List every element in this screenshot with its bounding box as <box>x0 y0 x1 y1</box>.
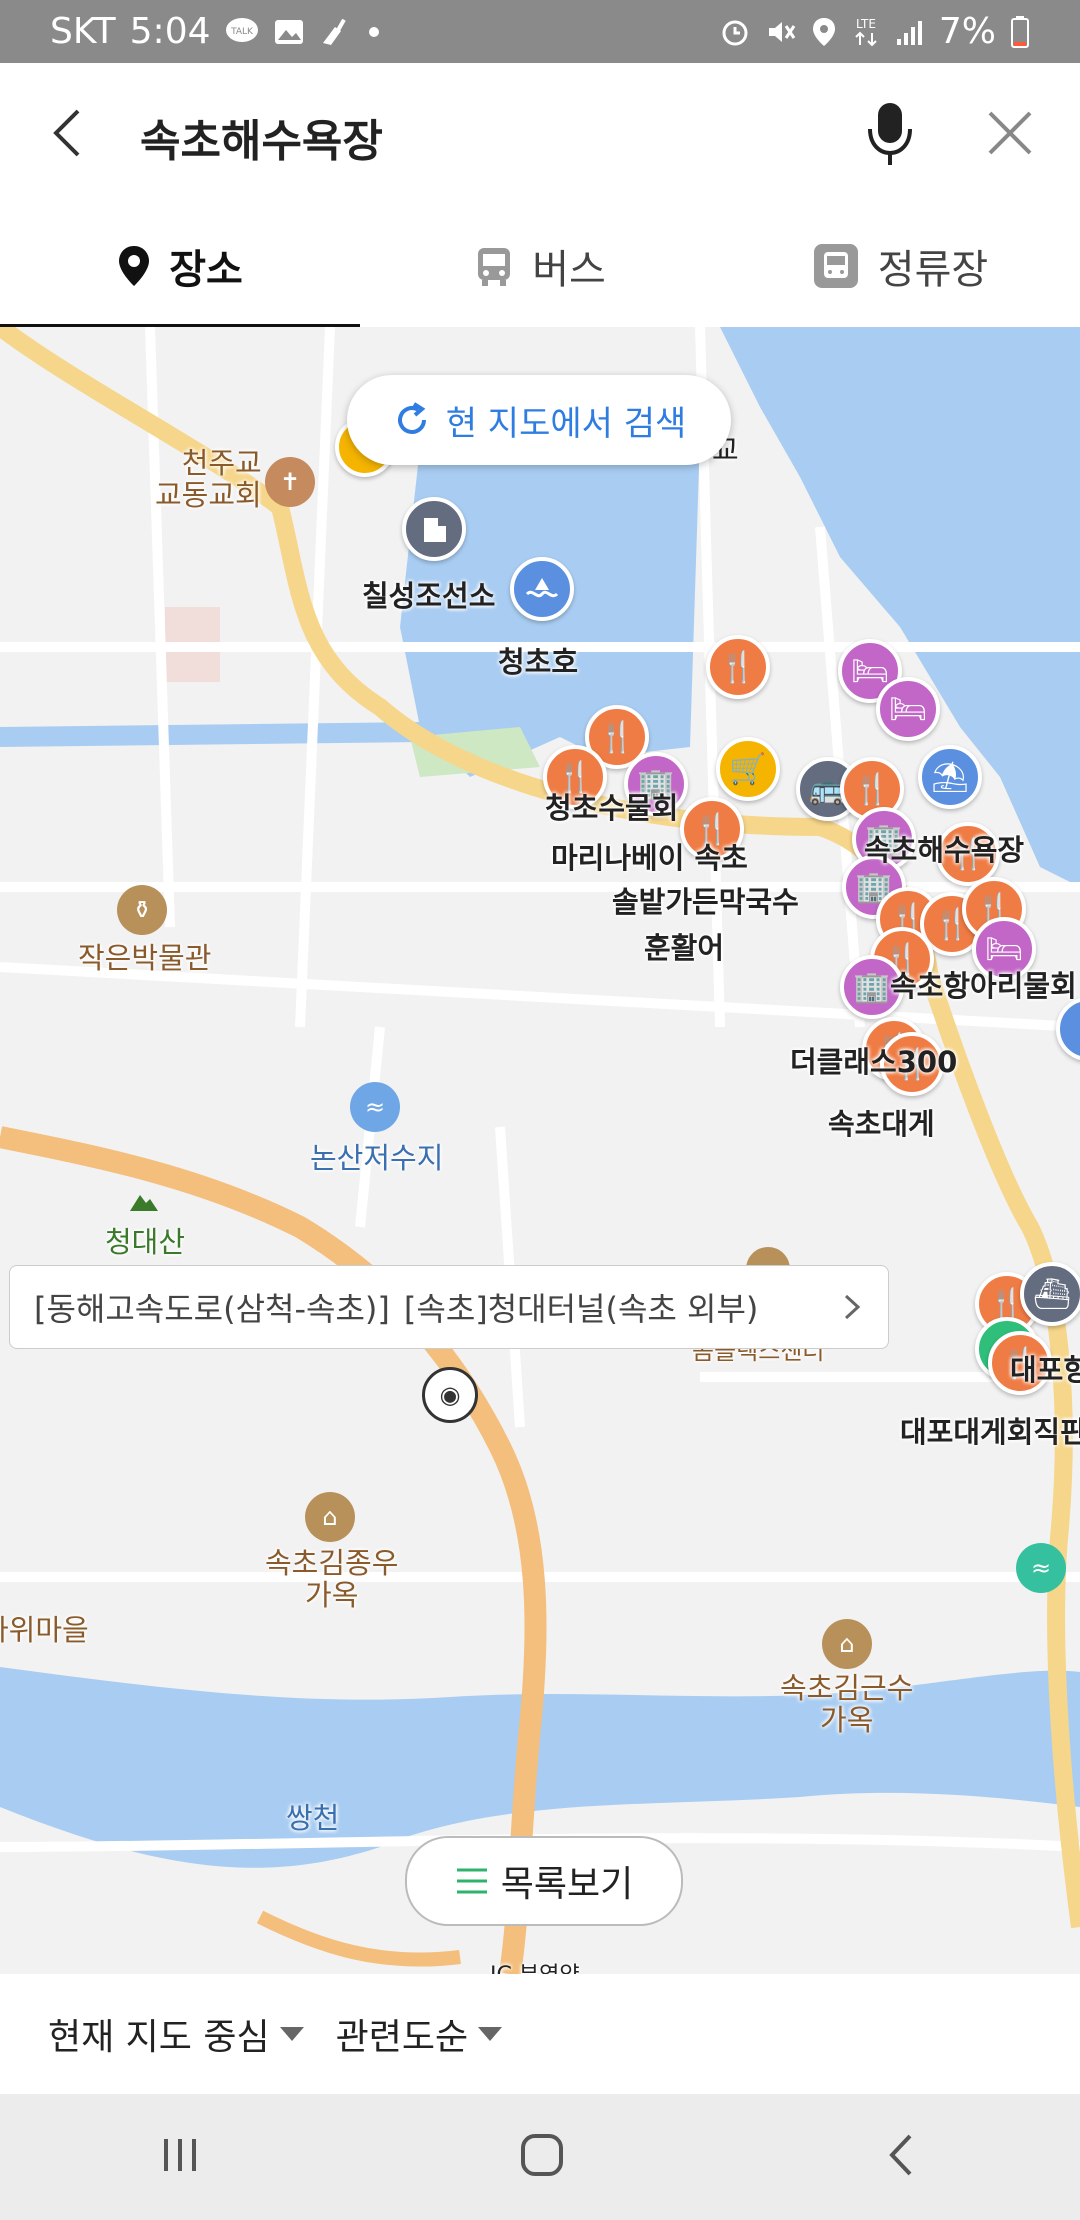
battery-icon <box>1010 15 1030 49</box>
search-input[interactable]: 속초해수욕장 <box>140 105 383 169</box>
carrier-label: SKT <box>50 11 116 52</box>
cctv-name-label: [속초]청대터널(속초 외부) <box>403 1290 759 1328</box>
label-shipyard: 칠성조선소 <box>362 579 496 613</box>
cctv-road-label: [동해고속도로(삼척-속초)] <box>34 1290 390 1328</box>
shipyard-marker[interactable] <box>510 557 574 621</box>
restaurant-marker[interactable]: 🍴 <box>706 635 770 699</box>
label-reservoir: 논산저수지 <box>310 1141 444 1175</box>
filter-sort-dropdown[interactable]: 관련도순 <box>335 2008 503 2060</box>
mountain-icon <box>128 1189 160 1217</box>
filter-bar: 현재 지도 중심 관련도순 <box>0 1974 1080 2094</box>
back-arrow-icon <box>53 109 80 157</box>
talk-icon: TALK <box>225 17 259 47</box>
category-tabs: 장소 버스 정류장 <box>0 205 1080 328</box>
tab-place-label: 장소 <box>169 247 243 293</box>
church-icon[interactable]: ✝ <box>265 457 315 507</box>
gallery-icon <box>273 18 305 46</box>
search-this-area-label: 현 지도에서 검색 <box>445 403 687 444</box>
label-house1: 속초김종우 가옥 <box>265 1546 399 1612</box>
back-nav-icon <box>889 2134 912 2176</box>
label-museum: 작은박물관 <box>78 941 212 975</box>
place-pin-icon <box>119 246 150 286</box>
tab-place[interactable]: 장소 <box>0 205 360 328</box>
label-hotel1: 마리나베이 속초 <box>551 841 748 875</box>
label-beach: 속초해수욕장 <box>864 833 1025 867</box>
label-mountain: 청대산 <box>105 1225 186 1259</box>
bus-stop-icon <box>813 244 858 288</box>
label-theclass: 더클래스300 <box>790 1045 958 1079</box>
caret-down-icon <box>478 2027 503 2041</box>
close-icon <box>988 111 1032 155</box>
status-bar: SKT 5:04 TALK LTE 7% <box>0 0 1080 63</box>
clear-search-button[interactable] <box>980 103 1040 163</box>
svg-text:TALK: TALK <box>230 27 254 37</box>
building-icon <box>424 518 446 542</box>
home-button[interactable] <box>517 2130 567 2184</box>
search-bar: 속초해수욕장 <box>0 63 1080 206</box>
chevron-right-icon <box>844 1294 861 1320</box>
list-view-label: 목록보기 <box>500 1864 634 1905</box>
alarm-icon <box>719 16 751 48</box>
lte-icon: LTE <box>851 15 881 49</box>
heritage-house-icon[interactable]: ⌂ <box>305 1492 355 1542</box>
map-view[interactable]: ✝ 🍴 🛏 🛏 🍴 🍴 🏢 🛒 🚌 🍴 ⛱ 🍴 🏢 🍴 🏢 🍴 🍴 🍴 🛏 🍴 … <box>0 327 1080 1974</box>
cctv-banner[interactable]: [동해고속도로(삼척-속초)] [속초]청대터널(속초 외부) <box>9 1265 889 1349</box>
filter-location-label: 현재 지도 중심 <box>48 2017 270 2058</box>
label-restaurant3: 훈활어 <box>644 931 725 965</box>
building-marker[interactable] <box>402 497 466 561</box>
home-icon <box>520 2134 563 2176</box>
reservoir-icon[interactable]: ≈ <box>350 1082 400 1132</box>
beach-marker[interactable]: ⛱ <box>918 745 982 809</box>
label-daepo-crab: 대포대게회직판 <box>900 1415 1080 1449</box>
label-crab: 속초대게 <box>828 1107 935 1141</box>
svg-text:LTE: LTE <box>856 17 876 31</box>
system-nav-bar <box>0 2094 1080 2220</box>
label-village: 바위마을 <box>0 1613 89 1647</box>
microphone-icon <box>868 103 912 165</box>
label-ic: IC 부영양 <box>490 1957 580 1974</box>
location-icon <box>811 16 837 48</box>
label-lake: 청초호 <box>498 645 579 679</box>
label-church: 천주교 교동교회 <box>155 446 262 512</box>
bus-icon <box>478 248 511 286</box>
label-restaurant2: 솔밭가든막국수 <box>612 885 799 919</box>
ferry-marker[interactable]: ⛴ <box>1020 1262 1080 1326</box>
swimming-icon[interactable]: ≈ <box>1016 1543 1066 1593</box>
cctv-icon[interactable]: ◉ <box>422 1367 478 1423</box>
dot-icon <box>367 25 381 39</box>
label-house2: 속초김근수 가옥 <box>780 1671 914 1737</box>
tab-bus-stop[interactable]: 정류장 <box>720 205 1080 327</box>
time-label: 5:04 <box>129 11 211 52</box>
clean-icon <box>319 17 353 47</box>
label-restaurant1: 청초수물회 <box>545 791 679 825</box>
mute-icon <box>765 16 797 48</box>
recent-apps-button[interactable] <box>158 2135 202 2179</box>
filter-sort-label: 관련도순 <box>335 2017 469 2058</box>
water-icon <box>525 578 559 598</box>
label-river: 쌍천 <box>286 1801 340 1835</box>
hotel-marker[interactable]: 🛏 <box>876 677 940 741</box>
back-nav-button[interactable] <box>882 2130 922 2184</box>
refresh-icon <box>397 402 426 434</box>
museum-icon[interactable]: ⚱ <box>117 885 167 935</box>
label-daepo: 대포항 <box>1010 1353 1080 1387</box>
recent-apps-icon <box>163 2139 196 2171</box>
tab-bus[interactable]: 버스 <box>360 205 720 327</box>
battery-percent: 7% <box>938 11 996 52</box>
list-view-button[interactable]: 목록보기 <box>405 1836 683 1926</box>
caret-down-icon <box>279 2027 304 2041</box>
list-icon <box>456 1868 487 1894</box>
filter-location-dropdown[interactable]: 현재 지도 중심 <box>48 2008 304 2060</box>
voice-search-button[interactable] <box>860 99 920 169</box>
heritage-house-icon[interactable]: ⌂ <box>822 1619 872 1669</box>
back-button[interactable] <box>40 103 100 163</box>
label-aquarium: 속초항아리물회 <box>890 969 1077 1003</box>
shopping-cart-marker[interactable]: 🛒 <box>716 737 780 801</box>
tab-bus-stop-label: 정류장 <box>877 247 989 293</box>
tab-bus-label: 버스 <box>532 247 606 293</box>
search-this-area-button[interactable]: 현 지도에서 검색 <box>347 375 731 465</box>
signal-icon <box>895 17 925 47</box>
